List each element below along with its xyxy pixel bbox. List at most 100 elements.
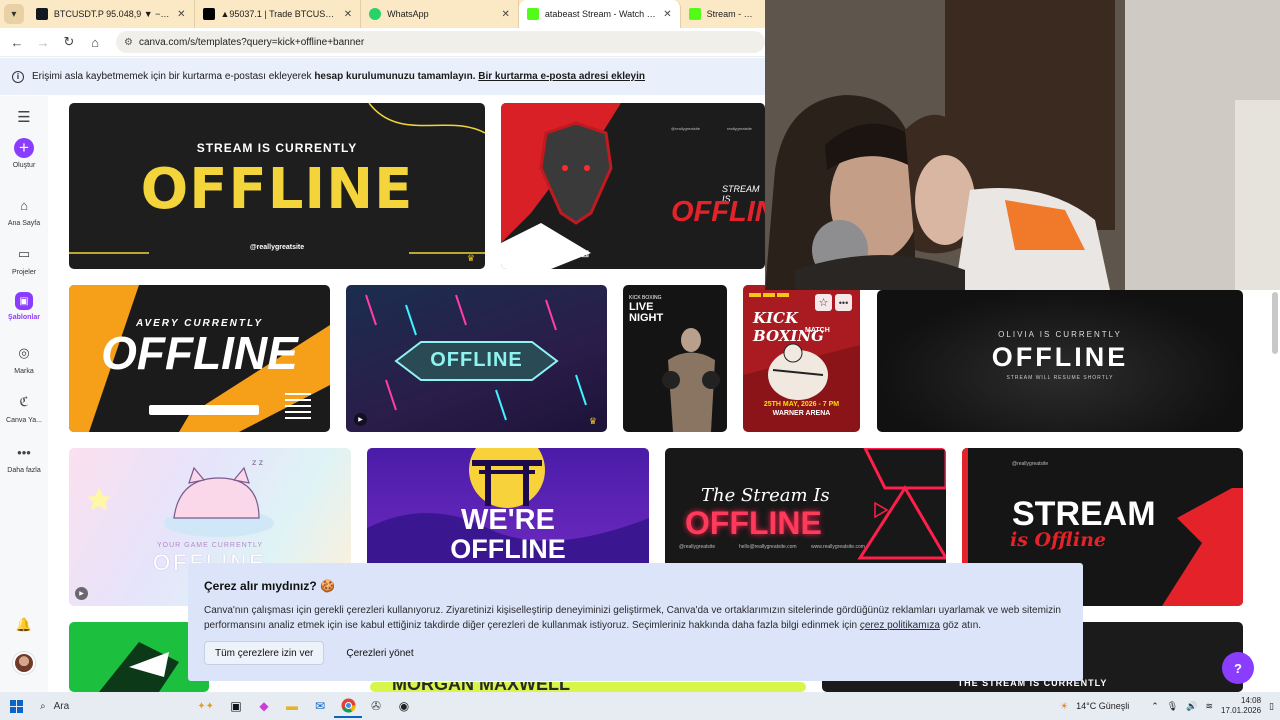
speaker-icon[interactable]: 🔊 xyxy=(1186,701,1197,712)
sponsor-logos xyxy=(749,293,789,297)
close-x-icon: ⊠ xyxy=(581,249,590,260)
browser-tab[interactable]: WhatsApp ✕ xyxy=(361,0,519,28)
more-icon: ••• xyxy=(17,444,31,460)
menu-icon[interactable]: ☰ xyxy=(0,106,48,128)
file-explorer-icon[interactable]: ▬ xyxy=(278,694,306,718)
url-input[interactable]: ⚙ canva.com/s/templates?query=kick+offli… xyxy=(116,31,765,53)
video-play-icon[interactable]: ▶ xyxy=(75,587,88,600)
browser-tab-strip: ▾ BTCUSDT.P 95.048,9 ▼ −0.48% ✕ ▲95037.1… xyxy=(0,0,765,28)
tab-title: BTCUSDT.P 95.048,9 ▼ −0.48% xyxy=(53,9,171,19)
template-subtitle: is Offline xyxy=(1010,529,1106,551)
browser-tab-active[interactable]: atabeast Stream - Watch Live o ✕ xyxy=(518,0,681,28)
accept-all-cookies-button[interactable]: Tüm çerezlere izin ver xyxy=(204,641,325,665)
sidebar-item-label: Şablonlar xyxy=(8,314,40,321)
template-title: OFFLINE xyxy=(671,196,765,228)
cookie-consent-dialog: Çerez alır mıydınız? 🍪 Canva'nın çalışma… xyxy=(188,563,1083,681)
notifications-icon[interactable]: 🔔 xyxy=(0,614,48,636)
template-handle: @reallygreatsite xyxy=(249,244,305,251)
steam-icon[interactable]: ✇ xyxy=(362,694,390,718)
close-tab-icon[interactable]: ✕ xyxy=(344,9,352,20)
microphone-icon[interactable]: 🎙 xyxy=(1167,701,1178,712)
brand-icon: ◎ xyxy=(18,345,30,360)
close-tab-icon[interactable]: ✕ xyxy=(177,9,185,20)
avatar[interactable] xyxy=(0,652,48,674)
crown-icon: ♛ xyxy=(588,416,597,426)
template-title: OFFLINE xyxy=(450,534,566,564)
template-date: 25TH MAY, 2026 - 7 PM xyxy=(763,401,840,408)
copilot-icon[interactable]: ◆ xyxy=(250,694,278,718)
template-card[interactable]: AVERY CURRENTLY OFFLINE xyxy=(69,285,330,432)
info-icon: i xyxy=(12,70,24,83)
site-info-icon[interactable]: ⚙ xyxy=(124,37,133,48)
sidebar-item-label: Ana Sayfa xyxy=(7,220,41,227)
manage-cookies-button[interactable]: Çerezleri yönet xyxy=(334,641,425,665)
sidebar-item-more[interactable]: ••• Daha fazla xyxy=(0,441,48,475)
template-card[interactable]: MORGAN MAXWELL xyxy=(370,682,806,692)
home-icon: ⌂ xyxy=(20,197,28,213)
help-button[interactable]: ? xyxy=(1222,652,1254,684)
star-icon[interactable]: ☆ xyxy=(815,294,832,311)
weather-text[interactable]: 14°C Güneşli xyxy=(1076,701,1129,711)
template-card[interactable]: @reallygreatsite reallygreatsite STREAM … xyxy=(501,103,765,269)
more-options-icon[interactable]: ••• xyxy=(835,294,852,311)
canva-ai-icon: ℭ xyxy=(19,394,29,410)
scrollbar-thumb[interactable] xyxy=(1272,292,1278,354)
banner-text: Erişimi asla kaybetmemek için bir kurtar… xyxy=(32,71,646,82)
template-title: OFFLINE xyxy=(101,327,298,379)
reload-icon[interactable]: ↻ xyxy=(58,31,80,53)
template-title: OFFLINE xyxy=(140,157,414,222)
sidebar-item-create[interactable]: + Oluştur xyxy=(0,138,48,169)
sidebar-item-projects[interactable]: ▭ Projeler xyxy=(0,243,48,276)
plus-icon: + xyxy=(14,138,34,158)
crown-icon: ♛ xyxy=(466,253,475,263)
taskbar-search[interactable]: ⌕ Ara ✦✦ xyxy=(32,694,222,718)
cookie-policy-link[interactable]: çerez politikamıza xyxy=(860,620,940,631)
template-title: OFFLINE xyxy=(685,505,822,541)
tray-chevron-icon[interactable]: ⌃ xyxy=(1151,701,1159,712)
back-icon[interactable]: ← xyxy=(6,31,28,53)
chrome-icon[interactable] xyxy=(334,694,362,718)
sidebar-item-templates[interactable]: ▣ Şablonlar xyxy=(0,292,48,321)
windows-taskbar: ⌕ Ara ✦✦ ▣ ◆ ▬ ✉ ✇ ◉ ☀ 14°C Güneşli ⌃ 🎙 … xyxy=(0,692,1280,720)
close-tab-icon[interactable]: ✕ xyxy=(663,9,671,20)
template-card[interactable]: KICK BOXING LIVE NIGHT xyxy=(623,285,727,432)
template-handle: @reallygreatsite xyxy=(679,544,716,550)
template-email: hello@reallygreatsite.com xyxy=(739,544,797,550)
browser-tab[interactable]: BTCUSDT.P 95.048,9 ▼ −0.48% ✕ xyxy=(28,0,195,28)
sidebar-item-home[interactable]: ⌂ Ana Sayfa xyxy=(0,194,48,228)
forward-icon[interactable]: → xyxy=(32,31,54,53)
start-button[interactable] xyxy=(0,699,32,713)
video-play-icon[interactable]: ▶ xyxy=(354,413,367,426)
template-card[interactable]: STREAM IS CURRENTLY OFFLINE @reallygreat… xyxy=(69,103,485,269)
system-tray: ☀ 14°C Güneşli ⌃ 🎙 🔊 ≋ 14:08 17.01.2026 … xyxy=(1060,692,1274,720)
close-tab-icon[interactable]: ✕ xyxy=(502,9,510,20)
sidebar-item-canva-ai[interactable]: ℭ Canva Ya... xyxy=(0,391,48,425)
template-card[interactable]: OFFLINE ▶ ♛ xyxy=(346,285,607,432)
sidebar: ☰ + Oluştur ⌂ Ana Sayfa ▭ Projeler ▣ Şab… xyxy=(0,96,48,692)
browser-tab[interactable]: Stream - Kick Dashboard xyxy=(681,0,765,28)
boxer-illustration xyxy=(662,328,720,432)
task-view-icon[interactable]: ▣ xyxy=(222,694,250,718)
notification-center-icon[interactable]: ▯ xyxy=(1269,701,1274,712)
browser-tab[interactable]: ▲95037.1 | Trade BTCUSDT | By ✕ xyxy=(195,0,362,28)
add-recovery-email-link[interactable]: Bir kurtarma e-posta adresi ekleyin xyxy=(478,71,645,82)
outlook-icon[interactable]: ✉ xyxy=(306,694,334,718)
kick-icon xyxy=(688,8,701,20)
template-handle: @reallygreatsite xyxy=(671,126,700,131)
template-venue: WARNER ARENA xyxy=(772,410,831,417)
template-card[interactable]: OLIVIA IS CURRENTLY OFFLINE STREAM WILL … xyxy=(877,290,1243,432)
tab-title: atabeast Stream - Watch Live o xyxy=(544,9,657,19)
sidebar-item-brand[interactable]: ◎ Marka xyxy=(0,342,48,375)
clock[interactable]: 14:08 17.01.2026 xyxy=(1221,696,1261,716)
template-title: OFFLINE xyxy=(991,342,1129,372)
template-title: MORGAN MAXWELL xyxy=(392,682,570,692)
template-heading: YOUR GAME CURRENTLY xyxy=(157,542,263,549)
template-card[interactable]: KICK BOXING MATCH 25TH MAY, 2026 - 7 PM … xyxy=(743,285,860,432)
tradingview-icon xyxy=(35,8,48,20)
sidebar-item-label: Projeler xyxy=(11,269,37,276)
home-icon[interactable]: ⌂ xyxy=(84,31,106,53)
obs-icon[interactable]: ◉ xyxy=(390,694,418,718)
cookie-body: Canva'nın çalışması için gerekli çerezle… xyxy=(204,605,1061,631)
tab-search-dropdown-icon[interactable]: ▾ xyxy=(4,4,24,24)
wifi-icon[interactable]: ≋ xyxy=(1205,701,1213,712)
